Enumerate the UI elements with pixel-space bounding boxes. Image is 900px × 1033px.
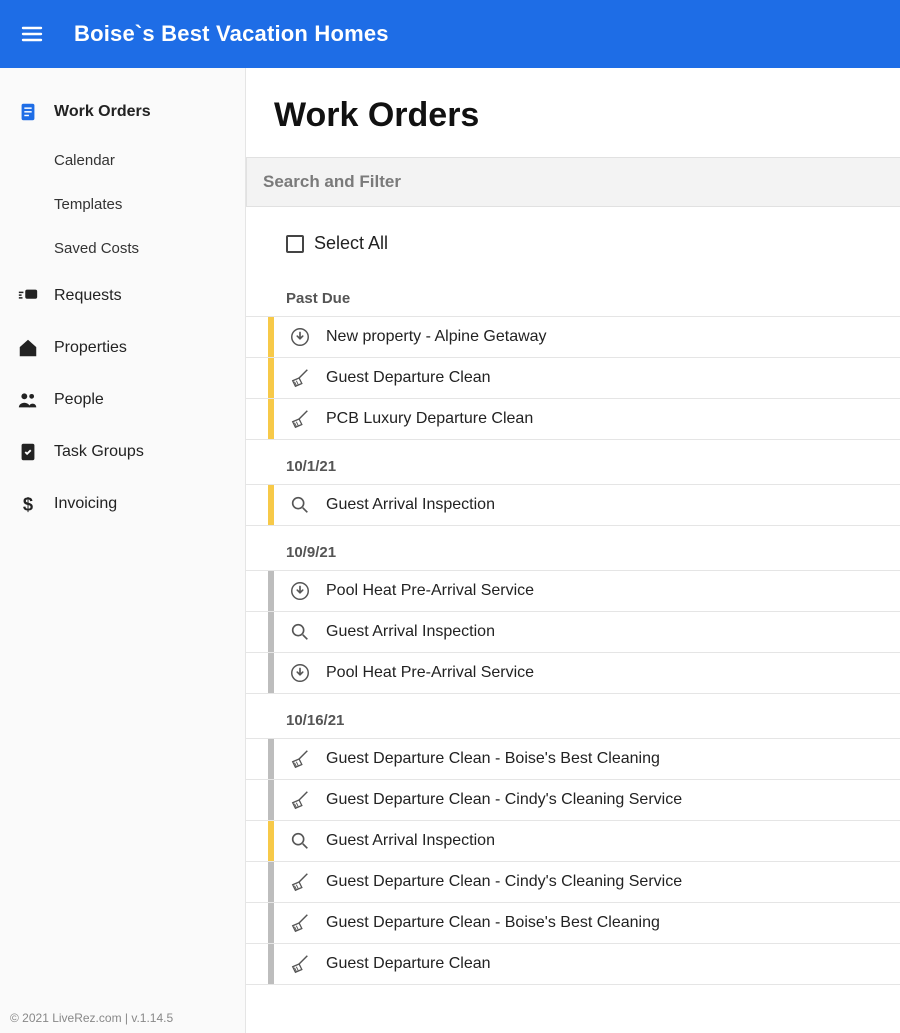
clipboard-icon [16, 100, 40, 124]
select-all-checkbox[interactable] [286, 235, 304, 253]
work-order-row[interactable]: New property - Alpine Getaway [246, 316, 900, 358]
status-stripe [268, 739, 274, 779]
status-stripe [268, 399, 274, 439]
checklist-icon [16, 440, 40, 464]
status-stripe [268, 485, 274, 525]
status-stripe [268, 903, 274, 943]
status-stripe [268, 571, 274, 611]
broom-icon [288, 407, 312, 431]
select-all-label: Select All [314, 233, 388, 254]
work-order-label: Guest Departure Clean - Cindy's Cleaning… [326, 873, 682, 891]
sidebar-sub-saved-costs[interactable]: Saved Costs [0, 226, 245, 270]
select-all-row: Select All [246, 207, 900, 272]
search-icon [288, 620, 312, 644]
status-stripe [268, 821, 274, 861]
group-label: 10/1/21 [246, 440, 900, 485]
main-content: Work Orders Search and Filter Select All… [246, 68, 900, 1033]
work-order-row[interactable]: Guest Arrival Inspection [246, 820, 900, 862]
sidebar-sub-label: Saved Costs [54, 240, 139, 257]
status-stripe [268, 612, 274, 652]
search-icon [288, 829, 312, 853]
work-order-row[interactable]: Guest Departure Clean - Boise's Best Cle… [246, 902, 900, 944]
work-order-label: Guest Departure Clean [326, 955, 491, 973]
group-label: 10/9/21 [246, 526, 900, 571]
people-icon [16, 388, 40, 412]
page-title: Work Orders [246, 96, 900, 135]
work-order-label: New property - Alpine Getaway [326, 328, 547, 346]
status-stripe [268, 862, 274, 902]
sidebar-item-label: Requests [54, 287, 122, 305]
download-icon [288, 325, 312, 349]
work-order-label: Guest Arrival Inspection [326, 496, 495, 514]
sidebar-item-label: Task Groups [54, 443, 144, 461]
work-order-row[interactable]: Guest Departure Clean [246, 357, 900, 399]
work-order-label: Guest Departure Clean [326, 369, 491, 387]
sidebar-item-label: Invoicing [54, 495, 117, 513]
sidebar-item-invoicing[interactable]: Invoicing [0, 478, 245, 530]
search-label: Search and Filter [263, 172, 401, 192]
menu-icon[interactable] [18, 20, 46, 48]
download-icon [288, 579, 312, 603]
work-order-label: Guest Arrival Inspection [326, 623, 495, 641]
sidebar-item-label: Properties [54, 339, 127, 357]
status-stripe [268, 780, 274, 820]
status-stripe [268, 358, 274, 398]
work-order-row[interactable]: Pool Heat Pre-Arrival Service [246, 570, 900, 612]
sidebar-item-label: Work Orders [54, 103, 151, 121]
work-order-row[interactable]: Guest Departure Clean - Boise's Best Cle… [246, 738, 900, 780]
home-icon [16, 336, 40, 360]
work-order-label: Guest Arrival Inspection [326, 832, 495, 850]
status-stripe [268, 944, 274, 984]
broom-icon [288, 366, 312, 390]
sidebar-sub-templates[interactable]: Templates [0, 182, 245, 226]
sidebar-item-properties[interactable]: Properties [0, 322, 245, 374]
status-stripe [268, 653, 274, 693]
sidebar: Work Orders Calendar Templates Saved Cos… [0, 68, 246, 1033]
search-and-filter[interactable]: Search and Filter [246, 157, 900, 207]
broom-icon [288, 870, 312, 894]
work-order-label: Pool Heat Pre-Arrival Service [326, 664, 534, 682]
work-order-row[interactable]: Guest Departure Clean - Cindy's Cleaning… [246, 861, 900, 903]
work-order-row[interactable]: PCB Luxury Departure Clean [246, 398, 900, 440]
sidebar-item-work-orders[interactable]: Work Orders [0, 86, 245, 138]
download-icon [288, 661, 312, 685]
sidebar-sub-label: Calendar [54, 152, 115, 169]
app-header: Boise`s Best Vacation Homes [0, 0, 900, 68]
work-order-label: Guest Departure Clean - Boise's Best Cle… [326, 750, 660, 768]
sidebar-item-requests[interactable]: Requests [0, 270, 245, 322]
sidebar-item-label: People [54, 391, 104, 409]
work-order-row[interactable]: Guest Arrival Inspection [246, 611, 900, 653]
search-icon [288, 493, 312, 517]
group-label: Past Due [246, 272, 900, 317]
sidebar-item-people[interactable]: People [0, 374, 245, 426]
broom-icon [288, 911, 312, 935]
work-order-label: Guest Departure Clean - Boise's Best Cle… [326, 914, 660, 932]
sidebar-footer: © 2021 LiveRez.com | v.1.14.5 [10, 1011, 173, 1025]
work-order-label: Pool Heat Pre-Arrival Service [326, 582, 534, 600]
sidebar-sub-label: Templates [54, 196, 122, 213]
work-order-row[interactable]: Pool Heat Pre-Arrival Service [246, 652, 900, 694]
sidebar-sub-calendar[interactable]: Calendar [0, 138, 245, 182]
group-label: 10/16/21 [246, 694, 900, 739]
work-order-row[interactable]: Guest Departure Clean - Cindy's Cleaning… [246, 779, 900, 821]
work-order-row[interactable]: Guest Departure Clean [246, 943, 900, 985]
broom-icon [288, 952, 312, 976]
work-order-row[interactable]: Guest Arrival Inspection [246, 484, 900, 526]
broom-icon [288, 747, 312, 771]
dollar-icon [16, 492, 40, 516]
sidebar-item-task-groups[interactable]: Task Groups [0, 426, 245, 478]
chat-icon [16, 284, 40, 308]
work-order-label: Guest Departure Clean - Cindy's Cleaning… [326, 791, 682, 809]
work-order-label: PCB Luxury Departure Clean [326, 410, 533, 428]
broom-icon [288, 788, 312, 812]
status-stripe [268, 317, 274, 357]
app-title: Boise`s Best Vacation Homes [74, 21, 389, 47]
